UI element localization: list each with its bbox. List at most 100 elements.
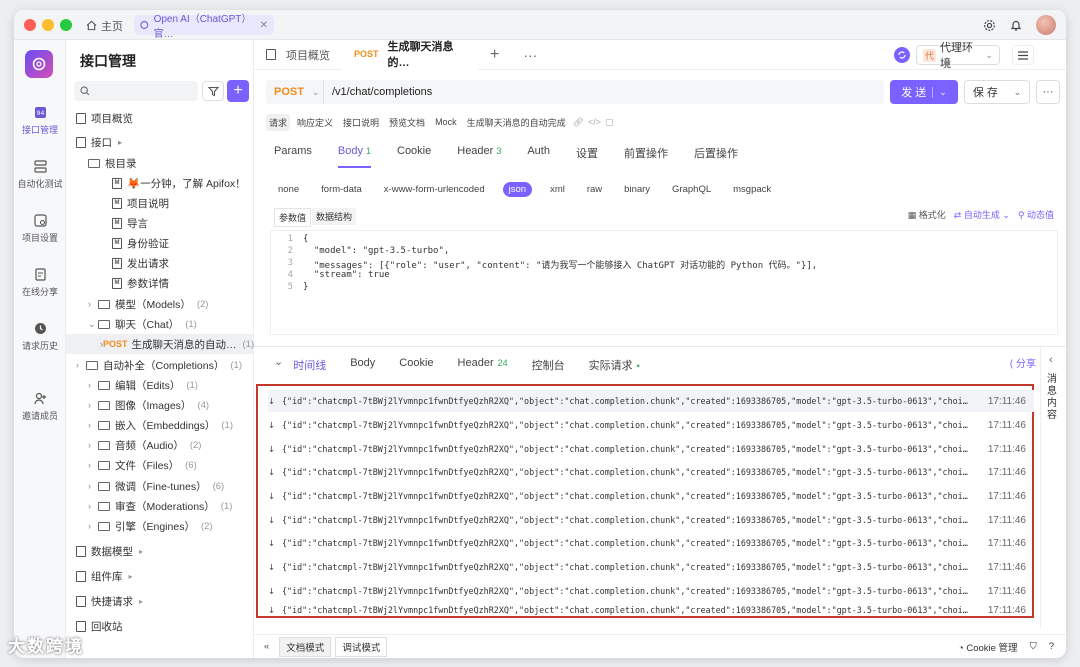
sse-event-row[interactable]: ↓ {"id":"chatcmpl-7tBWj2lYvmnpc1fwnDtfyeQ… [268, 438, 1034, 460]
zoom-window-button[interactable] [60, 19, 72, 31]
subtab-api-desc[interactable]: 接口说明 [340, 114, 382, 131]
tab-response-header[interactable]: Header 24 [458, 355, 508, 375]
body-type-option[interactable]: msgpack [729, 182, 775, 197]
panel-icon[interactable]: ▢ [605, 117, 614, 128]
tree-doc-item[interactable]: M 导言 [66, 213, 254, 233]
subtab-mock[interactable]: Mock [432, 115, 460, 129]
tree-folder-moderations[interactable]: › 审查（Moderations） (1) [66, 496, 254, 516]
tshirt-icon[interactable]: ⛉ [1030, 641, 1037, 652]
body-type-option[interactable]: GraphQL [668, 182, 715, 197]
rail-item-api-management[interactable]: 94 接口管理 [14, 106, 66, 136]
tab-cookie[interactable]: Cookie [397, 141, 431, 165]
close-window-button[interactable] [24, 19, 36, 31]
panel-splitter[interactable] [254, 346, 1066, 347]
environment-select[interactable]: 代 代理环境 ⌄ [916, 42, 1000, 70]
tab-response-cookie[interactable]: Cookie [399, 355, 433, 375]
tab-post-script[interactable]: 后置操作 [694, 141, 738, 165]
project-tab[interactable]: Open AI（ChatGPT）官… ✕ [134, 14, 274, 40]
subtab-preview-doc[interactable]: 预览文档 [386, 114, 428, 131]
tab-console[interactable]: 控制台 [532, 355, 565, 375]
sse-event-row[interactable]: ↓ {"id":"chatcmpl-7tBWj2lYvmnpc1fwnDtfyeQ… [268, 390, 1034, 412]
message-content-panel[interactable]: ‹ 消息内容 [1040, 346, 1066, 628]
tree-recycle-bin[interactable]: 回收站 [66, 616, 254, 636]
rail-item-request-history[interactable]: 请求历史 [14, 322, 66, 352]
tab-timeline[interactable]: 时间线 [293, 355, 326, 375]
tab-more-icon[interactable]: ··· [511, 40, 549, 70]
body-type-option[interactable]: form-data [317, 182, 366, 197]
link-icon[interactable]: 🔗︎ [573, 117, 584, 128]
sse-event-row[interactable]: ↓ {"id":"chatcmpl-7tBWj2lYvmnpc1fwnDtfyeQ… [268, 414, 1034, 436]
tree-folder-embeddings[interactable]: › 嵌入（Embeddings） (1) [66, 415, 254, 435]
tree-component-library[interactable]: 组件库 ▸ [66, 566, 254, 586]
home-tab[interactable]: 主页 [86, 17, 123, 34]
url-input[interactable]: /v1/chat/completions [324, 86, 432, 98]
body-type-option[interactable]: binary [620, 182, 654, 197]
dynamic-value-button[interactable]: ⚲ 动态值 [1018, 208, 1054, 221]
body-type-option[interactable]: raw [583, 182, 606, 197]
sidebar-search-input[interactable] [74, 81, 198, 101]
tree-folder-images[interactable]: › 图像（Images） (4) [66, 395, 254, 415]
tree-doc-item[interactable]: M 🦊一分钟，了解 Apifox！ [66, 173, 254, 193]
sse-event-row[interactable]: ↓ {"id":"chatcmpl-7tBWj2lYvmnpc1fwnDtfyeQ… [268, 603, 1034, 617]
close-tab-icon[interactable]: ✕ [260, 20, 268, 31]
debug-mode-button[interactable]: 调试模式 [335, 636, 388, 657]
send-button[interactable]: 发 送 ⌄ [890, 80, 958, 104]
auto-generate-button[interactable]: ⇄ 自动生成 ⌄ [954, 208, 1010, 221]
tab-pre-script[interactable]: 前置操作 [624, 141, 668, 165]
sse-event-row[interactable]: ↓ {"id":"chatcmpl-7tBWj2lYvmnpc1fwnDtfyeQ… [268, 580, 1034, 602]
tree-folder-audio[interactable]: › 音频（Audio） (2) [66, 435, 254, 455]
tab-body[interactable]: Body 1 [337, 141, 372, 168]
tree-folder-files[interactable]: › 文件（Files） (6) [66, 455, 254, 475]
format-button[interactable]: ▦ 格式化 [908, 208, 946, 221]
collapse-response-icon[interactable]: ⌄ [274, 355, 283, 375]
tree-item-overview[interactable]: 项目概览 [66, 108, 254, 128]
sse-event-row[interactable]: ↓ {"id":"chatcmpl-7tBWj2lYvmnpc1fwnDtfyeQ… [268, 461, 1034, 483]
tree-doc-item[interactable]: M 发出请求 [66, 253, 254, 273]
tree-quick-request[interactable]: 快捷请求 ▸ [66, 591, 254, 611]
project-logo[interactable] [25, 50, 53, 78]
tab-param-value[interactable]: 参数值 [274, 208, 312, 227]
rail-item-automation-test[interactable]: 自动化测试 [14, 160, 66, 190]
chevron-left-icon[interactable]: ‹ [1049, 354, 1053, 366]
tree-item-root-dir[interactable]: 根目录 [66, 153, 254, 173]
save-button[interactable]: 保 存 ⌄ [964, 80, 1030, 104]
tab-project-overview[interactable]: 项目概览 [254, 40, 342, 70]
tree-folder-completions[interactable]: › 自动补全（Completions） (1) [66, 355, 254, 375]
request-name-input[interactable]: 生成聊天消息的自动完成 [464, 114, 569, 131]
more-actions-button[interactable]: ··· [1036, 80, 1060, 104]
help-icon[interactable]: ? [1049, 641, 1054, 652]
tree-folder-models[interactable]: › 模型（Models） (2) [66, 294, 254, 314]
notification-bell-icon[interactable] [1010, 19, 1022, 32]
tree-item-api-root[interactable]: 接口 ▸ [66, 132, 254, 152]
minimize-window-button[interactable] [42, 19, 54, 31]
tree-folder-engines[interactable]: › 引擎（Engines） (2) [66, 516, 254, 536]
send-dropdown-icon[interactable]: ⌄ [932, 86, 947, 98]
tree-folder-fine-tunes[interactable]: › 微调（Fine-tunes） (6) [66, 476, 254, 496]
filter-button[interactable] [202, 81, 224, 101]
rail-item-project-settings[interactable]: 项目设置 [14, 214, 66, 244]
sse-event-row[interactable]: ↓ {"id":"chatcmpl-7tBWj2lYvmnpc1fwnDtfyeQ… [268, 532, 1034, 554]
sse-event-row[interactable]: ↓ {"id":"chatcmpl-7tBWj2lYvmnpc1fwnDtfyeQ… [268, 556, 1034, 578]
add-api-button[interactable]: + [227, 80, 249, 102]
tree-doc-item[interactable]: M 项目说明 [66, 193, 254, 213]
code-icon[interactable]: </> [588, 117, 601, 127]
tree-folder-chat[interactable]: ⌄ 聊天（Chat） (1) [66, 314, 254, 334]
tab-response-body[interactable]: Body [350, 355, 375, 375]
share-button[interactable]: ⟨ 分享 [1009, 355, 1036, 370]
body-type-option-selected[interactable]: json [502, 182, 533, 197]
sse-event-row[interactable]: ↓ {"id":"chatcmpl-7tBWj2lYvmnpc1fwnDtfyeQ… [268, 485, 1034, 507]
save-dropdown-icon[interactable]: ⌄ [1014, 87, 1022, 98]
tab-settings[interactable]: 设置 [576, 141, 598, 165]
tree-doc-item[interactable]: M 参数详情 [66, 273, 254, 293]
body-type-option[interactable]: xml [546, 182, 569, 197]
body-type-option[interactable]: none [274, 182, 303, 197]
rail-item-online-share[interactable]: 在线分享 [14, 268, 66, 298]
tab-params[interactable]: Params [274, 141, 312, 165]
subtab-response-def[interactable]: 响应定义 [294, 114, 336, 131]
tree-request-selected[interactable]: › POST 生成聊天消息的自动… (1) [66, 334, 254, 354]
tree-folder-edits[interactable]: › 编辑（Edits） (1) [66, 375, 254, 395]
tree-data-models[interactable]: 数据模型 ▸ [66, 541, 254, 561]
tab-active-request[interactable]: POST 生成聊天消息的… [342, 39, 478, 70]
sse-event-row[interactable]: ↓ {"id":"chatcmpl-7tBWj2lYvmnpc1fwnDtfyeQ… [268, 509, 1034, 531]
new-tab-button[interactable]: + [478, 40, 511, 70]
